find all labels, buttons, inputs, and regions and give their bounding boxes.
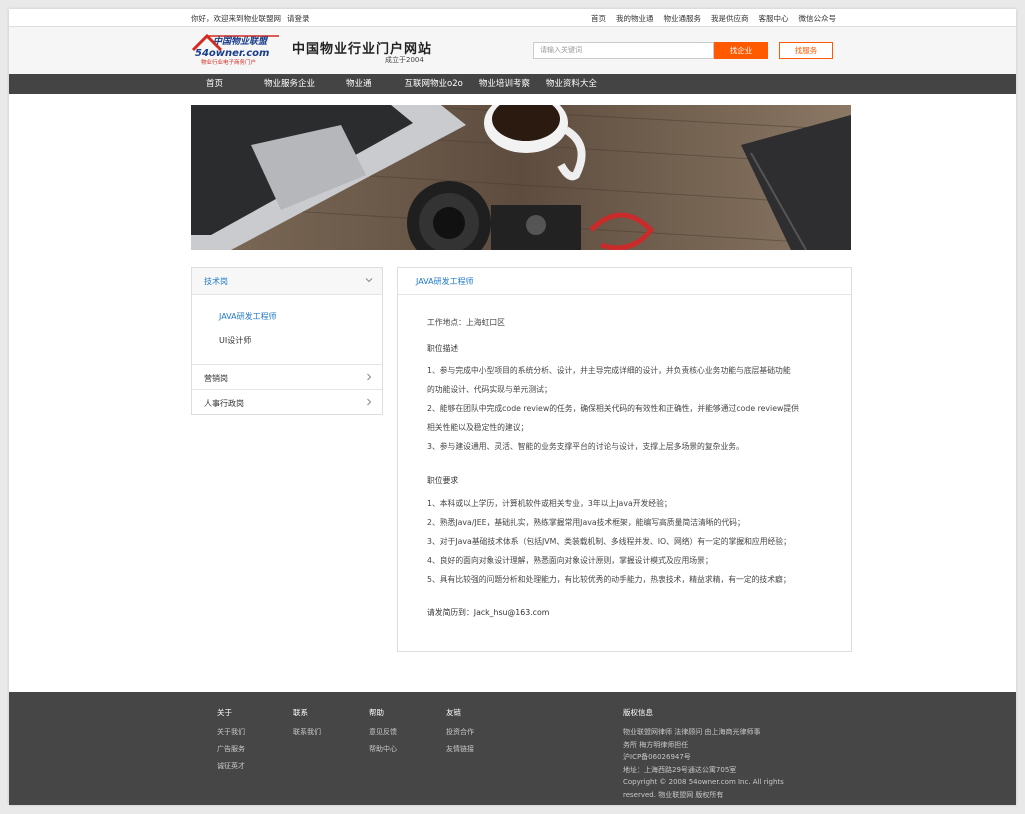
logo-tag: 物业行业电子商务门户 <box>201 58 256 66</box>
logo-domain: 54owner.com <box>195 48 269 59</box>
page-frame: 你好，欢迎来到物业联盟网 请登录 首页 我的物业通 物业通服务 我是供应商 客服… <box>9 9 1016 805</box>
footer-link[interactable]: 关于我们 <box>217 727 245 737</box>
footer-link[interactable]: 帮助中心 <box>369 744 397 754</box>
find-service-button[interactable]: 找服务 <box>779 42 833 59</box>
job-req-line: 2、熟悉Java/JEE，基础扎实，熟练掌握常用Java技术框架，能编写高质量简… <box>427 518 745 527</box>
chevron-down-icon <box>365 278 373 283</box>
footer-col-title: 联系 <box>293 708 308 717</box>
footer-col-title: 关于 <box>217 708 232 717</box>
job-desc-line: 相关性能以及稳定性的建议； <box>427 423 529 432</box>
top-link-service[interactable]: 物业通服务 <box>664 13 702 24</box>
category-marketing-label: 营销岗 <box>204 374 228 383</box>
nav-training[interactable]: 物业培训考察 <box>469 74 538 94</box>
footer-link[interactable]: 投资合作 <box>446 727 474 737</box>
logo-text: 中国物业联盟 <box>213 36 269 47</box>
top-link-supplier[interactable]: 我是供应商 <box>711 13 749 24</box>
top-link-support[interactable]: 客服中心 <box>759 13 789 24</box>
site-logo[interactable]: 中国物业联盟 54owner.com 物业行业电子商务门户 <box>191 32 279 66</box>
job-req-line: 5、具有比较强的问题分析和处理能力，有比较优秀的动手能力，热衷技术，精益求精，有… <box>427 575 791 584</box>
category-tech-label: 技术岗 <box>204 277 228 286</box>
subitem-ui-label: UI设计师 <box>219 336 252 345</box>
footer-col-title: 帮助 <box>369 708 384 717</box>
find-company-button[interactable]: 找企业 <box>714 42 768 59</box>
copyright-line: 地址：上海西路29号通达公寓705室 <box>623 765 737 774</box>
footer-col-contact: 联系 联系我们 <box>293 707 321 744</box>
footer-copyright: 版权信息 物业联盟网律师 法律顾问 由上海商光律师事 务所 梅方明律师担任 沪I… <box>623 707 798 801</box>
resume-email: 请发简历到：Jack_hsu@163.com <box>427 608 550 617</box>
chevron-right-icon <box>367 398 372 406</box>
job-req-line: 4、良好的面向对象设计理解，熟悉面向对象设计原则，掌握设计模式及应用场景； <box>427 556 713 565</box>
job-detail-header: JAVA研发工程师 <box>398 268 851 295</box>
top-bar: 你好，欢迎来到物业联盟网 请登录 首页 我的物业通 物业通服务 我是供应商 客服… <box>9 9 1016 26</box>
footer-link[interactable]: 友情链接 <box>446 744 474 754</box>
top-link-wechat[interactable]: 微信公众号 <box>799 13 837 24</box>
copyright-line: reserved. 物业联盟网 版权所有 <box>623 790 724 799</box>
subitem-java-label: JAVA研发工程师 <box>219 312 277 321</box>
search-input[interactable]: 请输入关键词 <box>533 42 714 59</box>
subitem-java-engineer[interactable]: JAVA研发工程师 <box>192 304 382 328</box>
job-title: JAVA研发工程师 <box>416 277 474 286</box>
category-hr-admin[interactable]: 人事行政岗 <box>192 389 382 414</box>
job-req-line: 1、本科或以上学历，计算机软件或相关专业，3年以上Java开发经验； <box>427 499 672 508</box>
category-hr-label: 人事行政岗 <box>204 399 244 408</box>
copyright-line: 沪ICP备06026947号 <box>623 753 691 761</box>
job-desc-line: 的功能设计、代码实现与单元测试； <box>427 385 552 394</box>
top-link-my-wuyetong[interactable]: 我的物业通 <box>616 13 654 24</box>
copyright-title: 版权信息 <box>623 708 653 717</box>
copyright-line: Copyright © 2008 54owner.com Inc. All ri… <box>623 778 784 786</box>
footer-link[interactable]: 诚征英才 <box>217 761 245 771</box>
job-desc-title: 职位描述 <box>427 344 459 353</box>
footer-link[interactable]: 广告服务 <box>217 744 245 754</box>
nav-home[interactable]: 首页 <box>191 74 250 94</box>
login-link[interactable]: 请登录 <box>287 13 310 24</box>
job-desc-line: 3、参与建设通用、灵活、智能的业务支撑平台的讨论与设计，支撑上层多场景的复杂业务… <box>427 442 744 451</box>
site-footer: 关于 关于我们 广告服务 诚征英才 联系 联系我们 帮助 意见反馈 帮助中心 友… <box>9 692 1016 805</box>
job-desc-line: 1、参与完成中小型项目的系统分析、设计，并主导完成详细的设计，并负责核心业务功能… <box>427 366 791 375</box>
copyright-line: 物业联盟网律师 法律顾问 由上海商光律师事 <box>623 728 761 736</box>
top-link-home[interactable]: 首页 <box>591 13 606 24</box>
category-tech[interactable]: 技术岗 <box>192 268 382 295</box>
category-marketing[interactable]: 营销岗 <box>192 364 382 389</box>
nav-resources[interactable]: 物业资料大全 <box>538 74 611 94</box>
footer-col-links: 友链 投资合作 友情链接 <box>446 707 474 761</box>
subitem-ui-designer[interactable]: UI设计师 <box>192 328 382 352</box>
job-req-line: 3、对于Java基础技术体系（包括JVM、类装载机制、多线程并发、IO、网络）有… <box>427 537 791 546</box>
site-header: 中国物业联盟 54owner.com 物业行业电子商务门户 中国物业行业门户网站… <box>9 26 1016 74</box>
top-links: 首页 我的物业通 物业通服务 我是供应商 客服中心 微信公众号 <box>591 13 836 24</box>
job-req-title: 职位要求 <box>427 476 459 485</box>
footer-link[interactable]: 意见反馈 <box>369 727 397 737</box>
greeting-text: 你好，欢迎来到物业联盟网 <box>191 14 281 23</box>
footer-col-title: 友链 <box>446 708 461 717</box>
banner-image <box>191 105 851 250</box>
chevron-right-icon <box>367 373 372 381</box>
nav-service-companies[interactable]: 物业服务企业 <box>250 74 332 94</box>
job-location: 工作地点：上海虹口区 <box>427 318 505 327</box>
nav-o2o[interactable]: 互联网物业o2o <box>389 74 469 94</box>
main-nav: 首页 物业服务企业 物业通 互联网物业o2o 物业培训考察 物业资料大全 <box>9 74 1016 94</box>
nav-wuyetong[interactable]: 物业通 <box>332 74 389 94</box>
job-category-sidebar: 技术岗 JAVA研发工程师 UI设计师 营销岗 人事行政岗 <box>191 267 383 415</box>
copyright-line: 务所 梅方明律师担任 <box>623 740 689 749</box>
footer-col-about: 关于 关于我们 广告服务 诚征英才 <box>217 707 245 778</box>
job-desc-line: 2、能够在团队中完成code review的任务，确保相关代码的有效性和正确性，… <box>427 404 799 413</box>
footer-col-help: 帮助 意见反馈 帮助中心 <box>369 707 397 761</box>
footer-link[interactable]: 联系我们 <box>293 727 321 737</box>
job-detail-panel: JAVA研发工程师 工作地点：上海虹口区 职位描述 1、参与完成中小型项目的系统… <box>397 267 852 652</box>
since-text: 成立于2004 <box>385 56 424 64</box>
